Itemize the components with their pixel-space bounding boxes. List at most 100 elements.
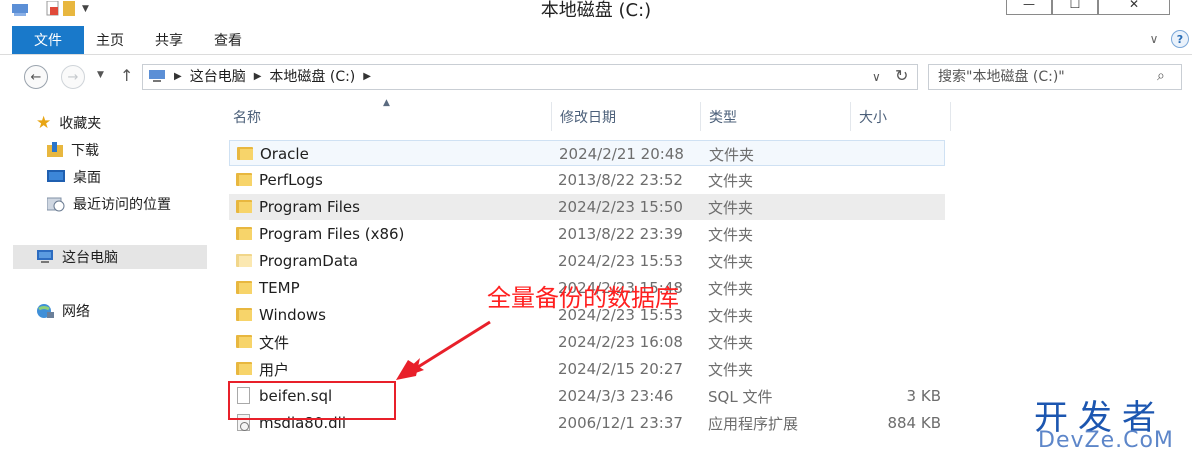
- file-name: 用户: [259, 360, 290, 379]
- arrow-right-icon: →: [67, 69, 79, 85]
- tab-view[interactable]: 查看: [214, 26, 242, 54]
- arrow-left-icon: ←: [30, 69, 42, 85]
- close-button[interactable]: ✕: [1098, 0, 1170, 15]
- file-modified: 2013/8/22 23:52: [558, 171, 683, 189]
- search-icon[interactable]: ⌕: [1157, 68, 1165, 84]
- folder-icon: [236, 226, 252, 240]
- sidebar-label-network: 网络: [62, 304, 90, 320]
- sidebar-label-this-pc: 这台电脑: [62, 250, 118, 266]
- file-name: Oracle: [260, 145, 309, 163]
- file-row[interactable]: Oracle 2024/2/21 20:48 文件夹: [229, 140, 945, 166]
- minimize-button[interactable]: —: [1006, 0, 1052, 15]
- forward-button[interactable]: →: [61, 65, 85, 89]
- window-controls: — ☐ ✕: [1006, 0, 1170, 15]
- sidebar-item-recent[interactable]: 最近访问的位置: [47, 194, 171, 214]
- file-modified: 2024/2/23 15:53: [558, 252, 683, 270]
- file-name: Program Files: [259, 198, 360, 216]
- sidebar-item-favorites[interactable]: ★ 收藏夹: [36, 113, 101, 133]
- search-input[interactable]: 搜索"本地磁盘 (C:)": [938, 64, 1065, 88]
- annotation-arrow: [396, 320, 491, 380]
- sidebar-item-network[interactable]: 网络: [36, 301, 90, 321]
- up-arrow-icon[interactable]: ↑: [120, 66, 133, 85]
- file-modified: 2024/2/21 20:48: [559, 145, 684, 163]
- column-header-type[interactable]: 类型: [701, 102, 851, 131]
- tab-home[interactable]: 主页: [96, 26, 124, 54]
- column-header-name[interactable]: 名称: [225, 102, 552, 131]
- file-modified: 2006/12/1 23:37: [558, 414, 683, 432]
- sidebar-label-recent: 最近访问的位置: [73, 197, 171, 213]
- file-name: TEMP: [259, 279, 300, 297]
- file-name: PerfLogs: [259, 171, 323, 189]
- tab-share[interactable]: 共享: [155, 26, 183, 54]
- file-modified: 2024/3/3 23:46: [558, 387, 674, 405]
- file-modified: 2024/2/23 15:50: [558, 198, 683, 216]
- breadcrumb-this-pc[interactable]: 这台电脑: [190, 66, 246, 86]
- breadcrumb: ▶ 这台电脑 ▶ 本地磁盘 (C:) ▶: [148, 64, 371, 88]
- computer-icon: [149, 70, 165, 82]
- file-type: 文件夹: [708, 225, 754, 244]
- sidebar-item-desktop[interactable]: 桌面: [47, 167, 101, 187]
- chevron-right-icon[interactable]: ▶: [174, 71, 182, 82]
- file-row[interactable]: ProgramData 2024/2/23 15:53 文件夹: [229, 248, 945, 274]
- watermark-domain: DevZe.CoM: [1038, 428, 1174, 453]
- breadcrumb-local-disk[interactable]: 本地磁盘 (C:): [269, 66, 355, 86]
- column-header-modified[interactable]: 修改日期: [552, 102, 701, 131]
- file-name: ProgramData: [259, 252, 359, 270]
- file-size: 884 KB: [887, 414, 941, 432]
- file-row[interactable]: Program Files 2024/2/23 15:50 文件夹: [229, 194, 945, 220]
- annotation-highlight-box: [228, 381, 396, 420]
- expand-ribbon-icon[interactable]: ∨: [1145, 30, 1163, 48]
- column-header-size[interactable]: 大小: [851, 102, 951, 131]
- folder-icon: [237, 146, 253, 160]
- help-icon[interactable]: ?: [1171, 30, 1189, 48]
- maximize-button[interactable]: ☐: [1052, 0, 1098, 15]
- file-row[interactable]: Program Files (x86) 2013/8/22 23:39 文件夹: [229, 221, 945, 247]
- file-size: 3 KB: [906, 387, 941, 405]
- file-row[interactable]: PerfLogs 2013/8/22 23:52 文件夹: [229, 167, 945, 193]
- sidebar-item-this-pc[interactable]: 这台电脑: [36, 247, 118, 267]
- file-type: 文件夹: [708, 279, 754, 298]
- folder-icon: [236, 307, 252, 321]
- sidebar-label-downloads: 下载: [71, 143, 99, 159]
- chevron-right-icon[interactable]: ▶: [363, 71, 371, 82]
- folder-icon: [236, 280, 252, 294]
- tab-file[interactable]: 文件: [12, 26, 84, 54]
- file-modified: 2013/8/22 23:39: [558, 225, 683, 243]
- folder-icon: [236, 172, 252, 186]
- folder-icon: [236, 361, 252, 375]
- sidebar-item-downloads[interactable]: 下载: [47, 140, 99, 160]
- file-type: 文件夹: [708, 252, 754, 271]
- refresh-icon[interactable]: ↻: [895, 66, 908, 85]
- file-modified: 2024/2/23 16:08: [558, 333, 683, 351]
- file-type: 文件夹: [709, 145, 755, 164]
- file-row[interactable]: 用户 2024/2/15 20:27 文件夹: [229, 356, 945, 382]
- sidebar-label-favorites: 收藏夹: [59, 116, 102, 132]
- file-type: SQL 文件: [708, 387, 773, 406]
- file-type: 应用程序扩展: [708, 414, 799, 433]
- folder-icon: [236, 253, 252, 267]
- network-icon: [37, 304, 54, 318]
- chevron-right-icon[interactable]: ▶: [254, 71, 262, 82]
- file-name: 文件: [259, 333, 290, 352]
- sidebar-label-desktop: 桌面: [73, 170, 101, 186]
- star-icon: ★: [36, 113, 52, 133]
- file-type: 文件夹: [708, 360, 754, 379]
- recent-places-icon: [47, 197, 65, 212]
- downloads-folder-icon: [47, 142, 63, 157]
- recent-locations-icon[interactable]: ▼: [97, 70, 104, 80]
- file-type: 文件夹: [708, 171, 754, 190]
- address-history-icon[interactable]: ∨: [872, 70, 881, 84]
- file-modified: 2024/2/15 20:27: [558, 360, 683, 378]
- file-type: 文件夹: [708, 198, 754, 217]
- desktop-icon: [47, 170, 65, 182]
- folder-icon: [236, 199, 252, 213]
- file-type: 文件夹: [708, 306, 754, 325]
- file-row[interactable]: 文件 2024/2/23 16:08 文件夹: [229, 329, 945, 355]
- file-name: Program Files (x86): [259, 225, 405, 243]
- file-name: Windows: [259, 306, 326, 324]
- folder-icon: [236, 334, 252, 348]
- file-type: 文件夹: [708, 333, 754, 352]
- annotation-label: 全量备份的数据库: [487, 284, 679, 312]
- computer-icon: [37, 250, 53, 263]
- back-button[interactable]: ←: [24, 65, 48, 89]
